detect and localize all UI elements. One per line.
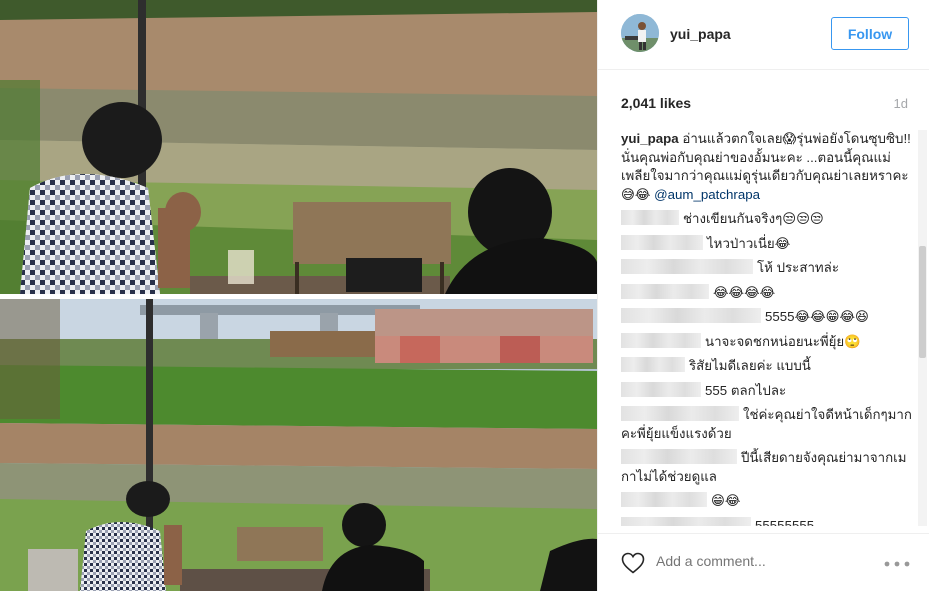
blurred-username	[621, 516, 751, 526]
list-item: ไหวป่าวเนี่ย😂	[621, 234, 913, 254]
scrollbar-thumb[interactable]	[919, 246, 926, 358]
photo-bottom-image	[0, 299, 597, 591]
comment-text: นาจะจดชกหน่อยนะพี่ยุ้ย🙄	[705, 333, 861, 349]
blurred-username	[621, 283, 709, 299]
blurred-username	[621, 308, 761, 323]
photo-top-image	[0, 0, 597, 294]
list-item: ปีนี้เสียดายจังคุณย่ามาจากเมกาไม่ได้ช่วย…	[621, 449, 913, 486]
caption: yui_papa อ่านแล้วตกใจเลย😱รุ่นพ่อยังโดนซุ…	[621, 130, 913, 204]
list-item: โห้ ประสาทล่ะ	[621, 259, 913, 278]
avatar[interactable]	[621, 14, 659, 52]
blurred-username	[621, 234, 703, 250]
list-item: 😂😂😂😂	[621, 283, 913, 303]
comments-list[interactable]: yui_papa อ่านแล้วตกใจเลย😱รุ่นพ่อยังโดนซุ…	[621, 130, 913, 526]
blurred-username	[621, 332, 701, 348]
post-photo[interactable]	[0, 0, 597, 591]
photo-bottom-frame	[0, 299, 597, 591]
add-comment-input[interactable]	[656, 553, 856, 569]
more-options-icon[interactable]	[884, 561, 910, 567]
post-header: yui_papa Follow	[598, 0, 929, 70]
list-item: ใช่ค่ะคุณย่าใจดีหน้าเด็กๆมากคะพี่ยุ้ยแข็…	[621, 406, 913, 443]
blurred-username	[621, 357, 685, 372]
comment-text: 😂😂😂😂	[713, 284, 776, 300]
caption-mention[interactable]: @aum_patchrapa	[654, 187, 760, 202]
blurred-username	[621, 381, 701, 397]
username[interactable]: yui_papa	[670, 26, 731, 42]
post-age[interactable]: 1d	[894, 96, 908, 111]
likes-count[interactable]: 2,041 likes	[621, 95, 691, 111]
comment-text: ช่างเขียนกันจริงๆ😒😒😒	[683, 211, 824, 226]
list-item: 😁😂	[621, 492, 913, 511]
avatar-image	[621, 14, 659, 52]
comment-text: 555 ตลกไปละ	[705, 382, 787, 398]
post-footer	[598, 533, 929, 591]
blurred-username	[621, 492, 707, 507]
comment-text: ริสัยไมดีเลยค่ะ แบบนี้	[689, 358, 811, 373]
comment-text: 5555😂😂😁😂😆	[765, 309, 869, 324]
comment-text: 😁😂	[711, 493, 741, 508]
comment-text: โห้ ประสาทล่ะ	[757, 260, 839, 275]
list-item: นาจะจดชกหน่อยนะพี่ยุ้ย🙄	[621, 332, 913, 352]
post-sidebar: yui_papa Follow 2,041 likes 1d yui_papa …	[597, 0, 929, 591]
follow-button[interactable]: Follow	[831, 17, 909, 50]
list-item: ช่างเขียนกันจริงๆ😒😒😒	[621, 210, 913, 229]
heart-icon[interactable]	[621, 552, 645, 574]
list-item: 5555😂😂😁😂😆	[621, 308, 913, 327]
comments-scrollbar[interactable]	[918, 130, 927, 526]
list-item: 55555555	[621, 516, 913, 527]
blurred-username	[621, 449, 737, 464]
comment-text: 55555555	[755, 517, 815, 527]
blurred-username	[621, 210, 679, 225]
list-item: ริสัยไมดีเลยค่ะ แบบนี้	[621, 357, 913, 376]
list-item: 555 ตลกไปละ	[621, 381, 913, 401]
caption-username[interactable]: yui_papa	[621, 131, 679, 146]
photo-top-frame	[0, 0, 597, 294]
blurred-username	[621, 406, 739, 421]
blurred-username	[621, 259, 753, 274]
comment-text: ไหวป่าวเนี่ย😂	[707, 235, 791, 251]
